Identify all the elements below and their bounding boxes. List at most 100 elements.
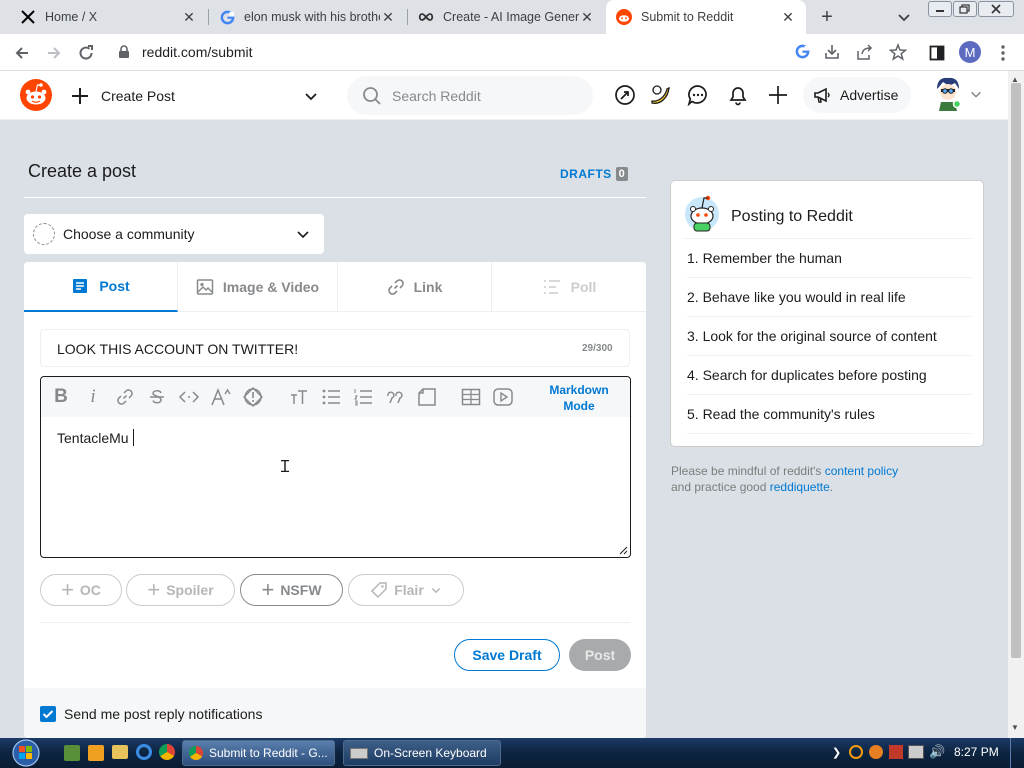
flair-button[interactable]: Flair — [348, 574, 464, 606]
show-desktop-button[interactable] — [1010, 738, 1024, 768]
bookmark-star-icon[interactable] — [889, 43, 907, 61]
notifications-bell-icon[interactable] — [727, 84, 749, 106]
install-icon[interactable] — [823, 43, 841, 61]
google-lens-icon[interactable] — [795, 44, 810, 59]
inline-code-icon[interactable] — [175, 377, 203, 417]
minimize-button[interactable] — [928, 1, 952, 17]
link-icon[interactable] — [111, 377, 139, 417]
strikethrough-icon[interactable] — [143, 377, 171, 417]
oc-tag-button[interactable]: + OC — [40, 574, 122, 606]
tray-app-icon[interactable] — [869, 745, 883, 759]
search-placeholder: Search Reddit — [392, 87, 481, 104]
save-draft-button[interactable]: Save Draft — [454, 639, 560, 671]
bold-icon[interactable]: B — [47, 377, 75, 417]
search-icon — [363, 86, 381, 105]
popular-icon[interactable] — [614, 84, 636, 106]
address-bar[interactable]: reddit.com/submit — [108, 37, 922, 67]
spoiler-icon[interactable] — [239, 377, 267, 417]
code-block-icon[interactable] — [413, 377, 441, 417]
notify-checkbox[interactable] — [40, 706, 56, 722]
reddit-logo-icon[interactable] — [20, 79, 52, 111]
title-input[interactable]: LOOK THIS ACCOUNT ON TWITTER! 29/300 — [40, 329, 630, 367]
body-textarea[interactable]: TentacleMu Ｉ — [41, 417, 630, 557]
network-icon[interactable] — [908, 745, 924, 759]
browser-tab-x[interactable]: Home / X ✕ — [10, 0, 207, 34]
drafts-button[interactable]: DRAFTS 0 — [560, 167, 629, 181]
browser-tab-reddit[interactable]: Submit to Reddit ✕ — [606, 0, 806, 34]
tray-search-icon[interactable] — [849, 745, 863, 759]
italic-icon[interactable]: i — [79, 377, 107, 417]
resize-handle-icon[interactable] — [618, 545, 628, 555]
post-button[interactable]: Post — [569, 639, 631, 671]
tab-link[interactable]: Link — [338, 262, 492, 312]
share-icon[interactable] — [856, 43, 874, 61]
video-icon[interactable] — [489, 377, 517, 417]
create-plus-icon[interactable] — [767, 84, 789, 106]
close-icon[interactable]: ✕ — [181, 9, 197, 25]
community-dropdown[interactable]: Choose a community — [24, 214, 324, 254]
back-icon[interactable] — [9, 40, 35, 66]
advertise-button[interactable]: Advertise — [803, 77, 911, 113]
tab-poll[interactable]: Poll — [492, 262, 646, 312]
close-icon[interactable]: ✕ — [380, 9, 396, 25]
tab-search-chevron-icon[interactable] — [896, 9, 914, 25]
sidebar-panel-icon[interactable] — [924, 40, 950, 66]
tray-expand-icon[interactable]: ❯ — [832, 746, 841, 759]
nsfw-tag-button[interactable]: + NSFW — [240, 574, 343, 606]
browser-tab-google[interactable]: elon musk with his brothe ✕ — [209, 0, 406, 34]
taskbar-osk-window[interactable]: On-Screen Keyboard — [343, 740, 501, 766]
search-input[interactable]: Search Reddit — [347, 76, 593, 115]
scroll-down-icon[interactable]: ▼ — [1011, 723, 1019, 732]
post-editor-card: Post Image & Video Link Poll LOOK THIS A… — [24, 262, 646, 738]
volume-icon[interactable]: 🔊 — [929, 744, 945, 760]
drafts-count-badge: 0 — [615, 167, 629, 181]
new-tab-button[interactable]: + — [816, 6, 838, 28]
taskbar-clock[interactable]: 8:27 PM — [954, 745, 999, 759]
numbered-list-icon[interactable] — [349, 377, 377, 417]
tray-flag-icon[interactable] — [889, 745, 903, 759]
superscript-icon[interactable] — [207, 377, 235, 417]
close-icon[interactable]: ✕ — [780, 9, 796, 25]
table-icon[interactable] — [457, 377, 485, 417]
markdown-mode-button[interactable]: Markdown Mode — [537, 382, 621, 414]
page-scrollbar[interactable]: ▲ ▼ — [1008, 71, 1024, 738]
coins-icon[interactable] — [648, 83, 672, 107]
close-icon[interactable]: ✕ — [579, 9, 595, 25]
kebab-menu-icon[interactable] — [990, 40, 1016, 66]
browser-tab-ai-image[interactable]: Create - AI Image Genera ✕ — [408, 0, 605, 34]
bulleted-list-icon[interactable] — [317, 377, 345, 417]
notify-label: Send me post reply notifications — [64, 706, 263, 722]
heading-icon[interactable] — [285, 377, 313, 417]
reddiquette-link[interactable]: reddiquette — [770, 480, 830, 494]
tab-post[interactable]: Post — [24, 262, 178, 312]
internet-explorer-icon[interactable] — [136, 744, 152, 760]
spoiler-tag-button[interactable]: + Spoiler — [126, 574, 235, 606]
show-desktop-icon[interactable] — [64, 745, 80, 761]
drafts-label: DRAFTS — [560, 167, 612, 181]
quote-icon[interactable] — [381, 377, 409, 417]
reload-icon[interactable] — [73, 40, 99, 66]
rules-list: 1. Remember the human 2. Behave like you… — [687, 239, 971, 434]
title-char-counter: 29/300 — [582, 343, 613, 354]
media-player-icon[interactable] — [88, 745, 104, 761]
chat-icon[interactable] — [687, 84, 709, 106]
user-menu[interactable] — [933, 75, 987, 115]
content-policy-link[interactable]: content policy — [825, 464, 898, 478]
community-switcher[interactable]: Create Post — [70, 84, 330, 108]
chrome-icon — [189, 746, 203, 760]
tab-image-video[interactable]: Image & Video — [178, 262, 338, 312]
window-close-button[interactable] — [978, 1, 1014, 17]
chrome-icon[interactable] — [159, 744, 175, 760]
profile-avatar[interactable]: M — [959, 41, 981, 63]
chevron-down-icon — [971, 91, 981, 98]
start-button[interactable] — [4, 738, 52, 768]
explorer-folder-icon[interactable] — [112, 745, 128, 759]
plus-icon: + — [61, 577, 74, 602]
forward-icon[interactable] — [41, 40, 67, 66]
create-post-label: Create Post — [101, 88, 175, 104]
rule-item: 4. Search for duplicates before posting — [687, 356, 971, 395]
restore-button[interactable] — [953, 1, 977, 17]
x-logo-icon — [20, 9, 36, 25]
scrollbar-thumb[interactable] — [1011, 83, 1021, 658]
taskbar-chrome-window[interactable]: Submit to Reddit - G... — [182, 740, 335, 766]
